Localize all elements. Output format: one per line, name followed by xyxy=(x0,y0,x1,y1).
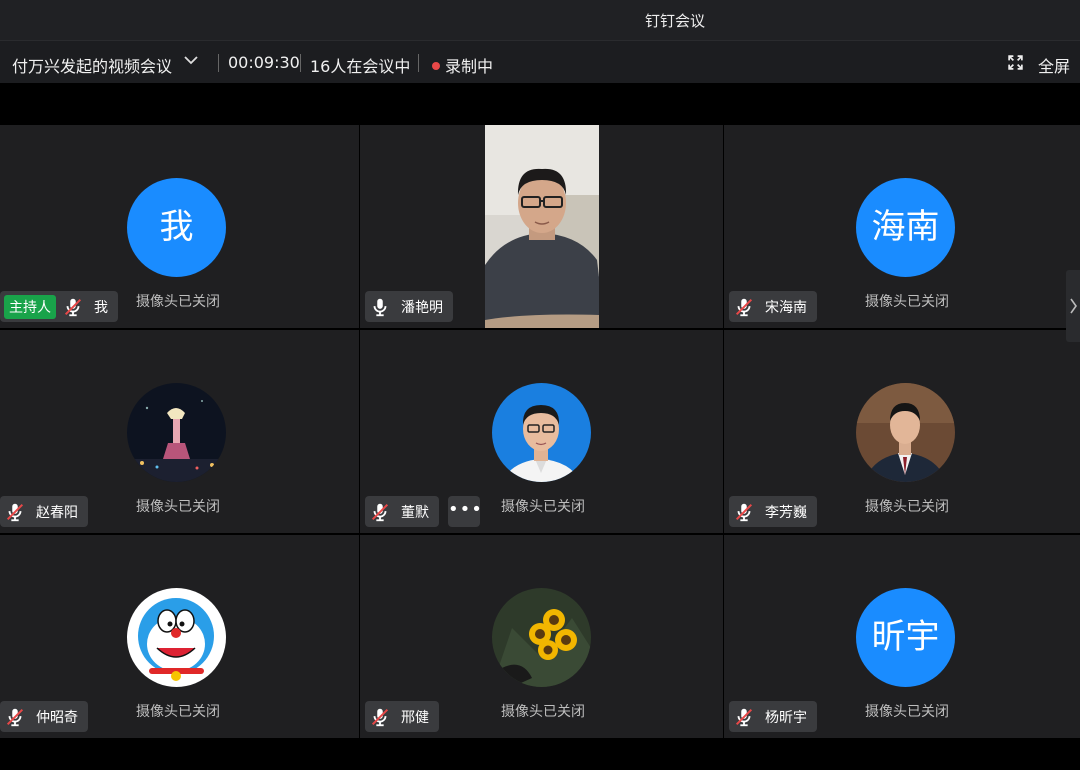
participant-name: 李芳巍 xyxy=(765,504,807,521)
participant-name: 董默 xyxy=(401,504,429,521)
name-tag: 仲昭奇 xyxy=(0,701,88,732)
camera-off-status: 摄像头已关闭 xyxy=(865,704,949,720)
fullscreen-button[interactable]: 全屏 xyxy=(1038,53,1070,77)
name-tag: 杨昕宇 xyxy=(729,701,817,732)
participant-name: 杨昕宇 xyxy=(765,709,807,726)
window-title: 钉钉会议 xyxy=(644,12,705,30)
avatar xyxy=(492,383,591,482)
camera-off-status: 摄像头已关闭 xyxy=(501,704,585,720)
avatar: 昕宇 xyxy=(856,588,955,687)
participant-count[interactable]: 16人在会议中 xyxy=(310,53,410,77)
avatar xyxy=(492,588,591,687)
chevron-down-icon[interactable] xyxy=(182,51,200,73)
mic-muted-icon xyxy=(733,296,755,318)
participant-tile-xing[interactable]: 摄像头已关闭 邢健 xyxy=(360,535,723,738)
meeting-duration: 00:09:30 xyxy=(228,53,300,72)
participant-name: 邢健 xyxy=(401,709,429,726)
mic-muted-icon xyxy=(4,706,26,728)
participant-tile-zhong[interactable]: 摄像头已关闭 仲昭奇 xyxy=(0,535,359,738)
participant-tile-dong[interactable]: 摄像头已关闭 董默 ••• xyxy=(360,330,723,533)
name-tag: 邢健 xyxy=(365,701,439,732)
name-tag: 潘艳明 xyxy=(365,291,453,322)
fullscreen-icon[interactable] xyxy=(1007,54,1024,75)
camera-off-status: 摄像头已关闭 xyxy=(136,499,220,515)
chevron-right-icon xyxy=(1070,298,1077,314)
participant-tile-song[interactable]: 海南 摄像头已关闭 宋海南 xyxy=(724,125,1080,328)
mic-muted-icon xyxy=(369,706,391,728)
camera-off-status: 摄像头已关闭 xyxy=(865,294,949,310)
next-page-button[interactable] xyxy=(1066,270,1080,342)
participant-tile-me[interactable]: 我 摄像头已关闭 主持人 我 xyxy=(0,125,359,328)
participant-tile-zhao[interactable]: 摄像头已关闭 赵春阳 xyxy=(0,330,359,533)
mic-muted-icon xyxy=(62,296,84,318)
avatar xyxy=(127,383,226,482)
name-tag: 赵春阳 xyxy=(0,496,88,527)
mic-muted-icon xyxy=(369,501,391,523)
camera-off-status: 摄像头已关闭 xyxy=(865,499,949,515)
avatar: 海南 xyxy=(856,178,955,277)
mic-muted-icon xyxy=(4,501,26,523)
participant-tile-yang[interactable]: 昕宇 摄像头已关闭 杨昕宇 xyxy=(724,535,1080,738)
participant-name: 我 xyxy=(94,299,108,316)
more-options-button[interactable]: ••• xyxy=(448,496,482,527)
avatar: 我 xyxy=(127,178,226,277)
participant-video xyxy=(485,125,599,328)
participant-name: 宋海南 xyxy=(765,299,807,316)
name-tag: 主持人 我 xyxy=(0,291,118,322)
avatar xyxy=(127,588,226,687)
avatar xyxy=(856,383,955,482)
mic-muted-icon xyxy=(733,501,755,523)
participant-name: 仲昭奇 xyxy=(36,709,78,726)
name-tag: 李芳巍 xyxy=(729,496,817,527)
participant-name: 赵春阳 xyxy=(36,504,78,521)
meeting-toolbar: 付万兴发起的视频会议 00:09:30 16人在会议中 录制中 全屏 xyxy=(0,40,1080,83)
participant-tile-pan[interactable]: 潘艳明 xyxy=(360,125,723,328)
participant-grid: 我 摄像头已关闭 主持人 我 潘艳明 海南 摄像头已关闭 宋海南 摄像头已关闭 … xyxy=(0,125,1080,738)
participant-name: 潘艳明 xyxy=(401,299,443,316)
mic-icon xyxy=(369,296,391,318)
recording-label: 录制中 xyxy=(445,57,494,76)
name-tag: 宋海南 xyxy=(729,291,817,322)
camera-off-status: 摄像头已关闭 xyxy=(501,499,585,515)
participant-tile-li[interactable]: 摄像头已关闭 李芳巍 xyxy=(724,330,1080,533)
recording-status[interactable]: 录制中 xyxy=(432,53,493,77)
meeting-title: 付万兴发起的视频会议 xyxy=(12,57,173,76)
host-badge: 主持人 xyxy=(4,294,56,319)
camera-off-status: 摄像头已关闭 xyxy=(136,704,220,720)
recording-dot-icon xyxy=(432,62,440,70)
name-tag: 董默 xyxy=(365,496,439,527)
title-bar: 钉钉会议 xyxy=(0,0,1080,40)
mic-muted-icon xyxy=(733,706,755,728)
camera-off-status: 摄像头已关闭 xyxy=(136,294,220,310)
